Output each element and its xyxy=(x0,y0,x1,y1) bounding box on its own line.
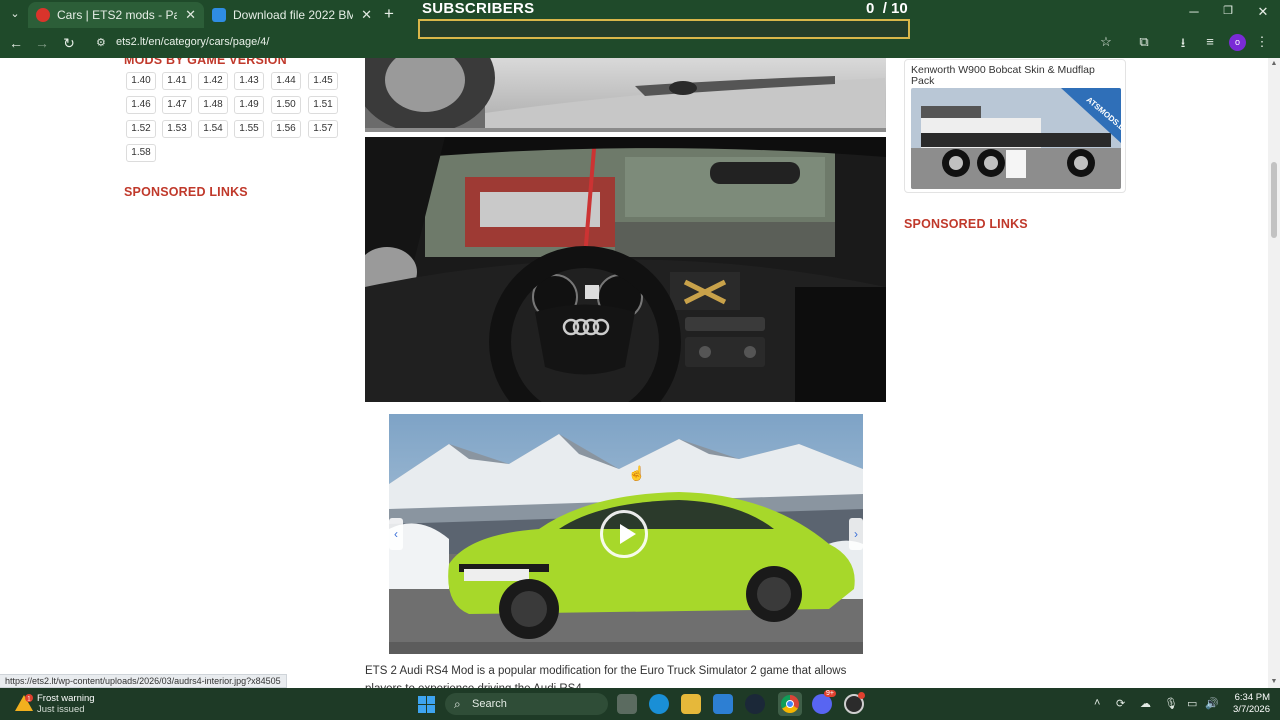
clock-date: 3/7/2026 xyxy=(1233,704,1270,715)
profile-avatar[interactable]: o xyxy=(1229,34,1246,51)
version-link[interactable]: 1.49 xyxy=(234,96,264,114)
download-site-favicon-icon xyxy=(212,8,226,22)
version-link[interactable]: 1.56 xyxy=(271,120,301,138)
close-icon[interactable]: ✕ xyxy=(353,7,372,23)
new-tab-icon[interactable]: + xyxy=(384,5,394,23)
clock-time: 6:34 PM xyxy=(1234,692,1270,703)
menu-kebab-icon[interactable]: ⋮ xyxy=(1252,34,1272,50)
subscribers-title: SUBSCRIBERS xyxy=(422,0,535,17)
version-link[interactable]: 1.42 xyxy=(198,72,228,90)
maximize-icon[interactable]: ❐ xyxy=(1218,4,1238,17)
close-window-icon[interactable]: ✕ xyxy=(1253,4,1273,20)
edge-browser-icon[interactable] xyxy=(649,694,669,714)
version-link[interactable]: 1.41 xyxy=(162,72,192,90)
article-description: ETS 2 Audi RS4 Mod is a popular modifica… xyxy=(365,665,847,688)
related-mod-image[interactable]: ATSMODS.LT xyxy=(911,88,1121,189)
windows-taskbar: 1 Frost warning Just issued ⌕ Search 9+ … xyxy=(0,688,1280,720)
tab-title: Cars | ETS2 mods - Part 4 xyxy=(57,8,178,22)
file-explorer-icon[interactable] xyxy=(681,694,701,714)
version-link[interactable]: 1.45 xyxy=(308,72,338,90)
scroll-up-icon[interactable]: ▲ xyxy=(1270,60,1278,67)
related-mod-card[interactable]: Kenworth W900 Bobcat Skin & Mudflap Pack… xyxy=(904,59,1126,193)
slider-next-icon[interactable]: › xyxy=(849,518,863,550)
related-mod-title[interactable]: Kenworth W900 Bobcat Skin & Mudflap Pack xyxy=(911,65,1121,87)
weather-title[interactable]: Frost warning xyxy=(37,693,95,704)
reload-icon[interactable]: ↻ xyxy=(60,34,78,52)
web-page: MODS BY GAME VERSION 1.40 1.41 1.42 1.43… xyxy=(0,58,1268,688)
play-icon[interactable] xyxy=(600,510,648,558)
page-scrollbar[interactable]: ▲ ▼ xyxy=(1268,58,1280,688)
sponsored-links-heading-left: SPONSORED LINKS xyxy=(124,185,248,199)
taskbar-search-label: Search xyxy=(472,698,507,710)
version-link[interactable]: 1.47 xyxy=(162,96,192,114)
scroll-thumb[interactable] xyxy=(1271,162,1277,238)
tray-overflow-icon[interactable]: ˄ xyxy=(1094,697,1100,709)
discord-badge: 9+ xyxy=(824,690,836,697)
status-bar-url: https://ets2.lt/wp-content/uploads/2026/… xyxy=(0,674,287,688)
chrome-active-icon[interactable] xyxy=(778,692,802,716)
forward-icon[interactable]: → xyxy=(33,34,51,52)
tab-search-icon[interactable]: ⌄ xyxy=(6,5,24,23)
subscribers-current: 0 xyxy=(866,0,875,17)
version-link[interactable]: 1.57 xyxy=(308,120,338,138)
tab-ets2-cars[interactable]: Cars | ETS2 mods - Part 4 ✕ xyxy=(28,2,204,28)
close-icon[interactable]: ✕ xyxy=(177,7,196,23)
mods-by-version-heading: MODS BY GAME VERSION xyxy=(124,58,287,67)
tray-app-icon[interactable]: ⟳ xyxy=(1116,697,1125,710)
version-link[interactable]: 1.44 xyxy=(271,72,301,90)
browser-chrome: ⌄ Cars | ETS2 mods - Part 4 ✕ Download f… xyxy=(0,0,1280,58)
minimize-icon[interactable]: ─ xyxy=(1184,4,1204,19)
version-link[interactable]: 1.46 xyxy=(126,96,156,114)
version-link[interactable]: 1.52 xyxy=(126,120,156,138)
scroll-down-icon[interactable]: ▼ xyxy=(1270,678,1278,685)
steam-icon[interactable] xyxy=(745,694,765,714)
microsoft-store-icon[interactable] xyxy=(713,694,733,714)
tab-title: Download file 2022 BMW M4 G xyxy=(233,8,354,22)
discord-icon[interactable]: 9+ xyxy=(812,690,836,714)
task-view-icon[interactable] xyxy=(617,694,637,714)
version-link[interactable]: 1.40 xyxy=(126,72,156,90)
sponsored-links-heading-right: SPONSORED LINKS xyxy=(904,217,1028,231)
slider-prev-icon[interactable]: ‹ xyxy=(389,518,403,550)
version-link[interactable]: 1.51 xyxy=(308,96,338,114)
browser-toolbar: ← → ↻ ⚙ ets2.lt/en/category/cars/page/4/… xyxy=(0,28,1280,58)
volume-icon[interactable]: 🔊 xyxy=(1205,697,1219,710)
taskbar-search[interactable]: ⌕ Search xyxy=(445,693,608,715)
microphone-icon[interactable]: 🎙 xyxy=(1164,697,1178,710)
version-link[interactable]: 1.54 xyxy=(198,120,228,138)
extensions-icon[interactable]: ⧉ xyxy=(1134,34,1154,50)
tray-cloud-icon[interactable]: ☁ xyxy=(1140,697,1151,710)
version-link[interactable]: 1.43 xyxy=(234,72,264,90)
version-link[interactable]: 1.48 xyxy=(198,96,228,114)
ets2-favicon-icon xyxy=(36,8,50,22)
search-icon: ⌕ xyxy=(454,697,461,711)
version-link[interactable]: 1.50 xyxy=(271,96,301,114)
site-info-icon[interactable]: ⚙ xyxy=(96,36,106,49)
version-link[interactable]: 1.55 xyxy=(234,120,264,138)
network-icon[interactable]: ▭ xyxy=(1187,697,1197,710)
version-link[interactable]: 1.53 xyxy=(162,120,192,138)
media-control-icon[interactable]: ≡ xyxy=(1200,34,1220,49)
bookmark-star-icon[interactable]: ☆ xyxy=(1096,34,1116,50)
address-bar[interactable]: ets2.lt/en/category/cars/page/4/ xyxy=(116,36,269,48)
car-rear-image[interactable] xyxy=(365,58,886,132)
version-link[interactable]: 1.58 xyxy=(126,144,156,162)
subscribers-count: 0 / 10 xyxy=(866,0,908,17)
tab-strip: ⌄ Cars | ETS2 mods - Part 4 ✕ Download f… xyxy=(0,0,1280,39)
weather-subtitle: Just issued xyxy=(37,704,85,715)
download-icon[interactable]: ⭳ xyxy=(1173,34,1193,56)
weather-warning-icon[interactable]: 1 xyxy=(14,694,34,712)
car-interior-image[interactable] xyxy=(365,137,886,402)
app-notification-icon[interactable] xyxy=(844,692,865,714)
back-icon[interactable]: ← xyxy=(7,34,25,52)
tab-download-bmw[interactable]: Download file 2022 BMW M4 G ✕ xyxy=(204,2,380,28)
subscribers-goal: / 10 xyxy=(882,0,908,17)
hand-cursor-icon: ☝ xyxy=(628,465,646,481)
start-windows-icon[interactable] xyxy=(418,696,435,713)
system-clock[interactable]: 6:34 PM 3/7/2026 xyxy=(1222,692,1270,716)
